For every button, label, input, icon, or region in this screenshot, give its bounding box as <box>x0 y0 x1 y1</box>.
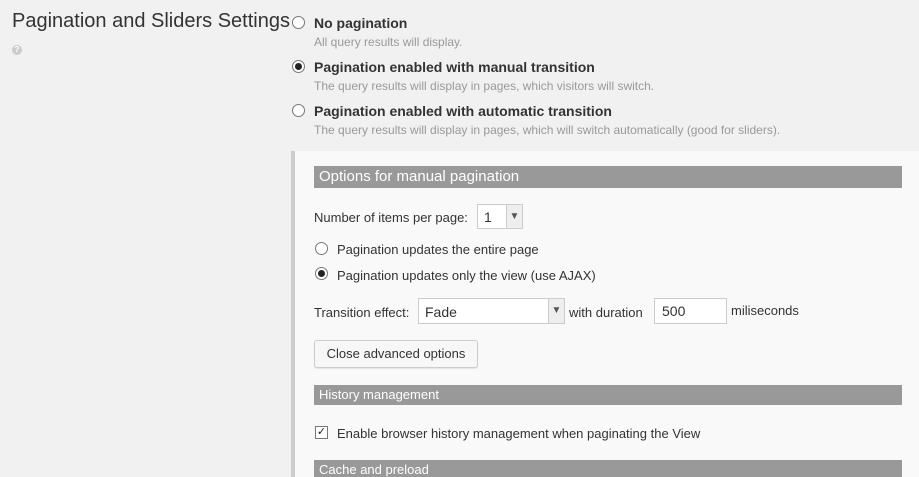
history-checkbox[interactable]: ✓ <box>315 426 328 439</box>
option-label: Pagination enabled with automatic transi… <box>314 103 612 119</box>
radio-update-view-ajax[interactable] <box>315 267 328 280</box>
option-description: The query results will display in pages,… <box>314 123 781 137</box>
radio-manual-pagination[interactable] <box>292 60 305 73</box>
manual-pagination-header: Options for manual pagination <box>314 166 902 188</box>
transition-effect-select[interactable]: Fade ▼ <box>418 298 565 324</box>
history-checkbox-label: Enable browser history management when p… <box>337 426 701 441</box>
history-management-header: History management <box>314 385 902 405</box>
radio-no-pagination[interactable] <box>292 16 305 29</box>
items-per-page-label: Number of items per page: <box>314 210 468 225</box>
option-description: The query results will display in pages,… <box>314 79 655 93</box>
duration-label: with duration <box>569 305 643 320</box>
items-per-page-select[interactable]: 1 ▼ <box>477 204 523 229</box>
help-icon[interactable]: ? <box>12 45 22 55</box>
option-label: Pagination enabled with manual transitio… <box>314 59 595 75</box>
update-entire-page-label: Pagination updates the entire page <box>337 242 539 257</box>
duration-input[interactable]: 500 <box>654 298 727 324</box>
option-description: All query results will display. <box>314 35 463 49</box>
duration-unit: miliseconds <box>731 303 799 318</box>
option-label: No pagination <box>314 15 408 31</box>
close-advanced-options-button[interactable]: Close advanced options <box>314 340 478 368</box>
cache-preload-header: Cache and preload <box>314 460 902 477</box>
transition-effect-value: Fade <box>425 304 457 320</box>
items-per-page-value: 1 <box>484 209 492 225</box>
radio-automatic-pagination[interactable] <box>292 104 305 117</box>
chevron-down-icon: ▼ <box>506 205 522 228</box>
chevron-down-icon: ▼ <box>548 299 564 323</box>
update-view-ajax-label: Pagination updates only the view (use AJ… <box>337 268 596 283</box>
section-title: Pagination and Sliders Settings <box>12 10 290 32</box>
radio-update-entire-page[interactable] <box>315 242 328 255</box>
transition-effect-label: Transition effect: <box>314 305 410 320</box>
